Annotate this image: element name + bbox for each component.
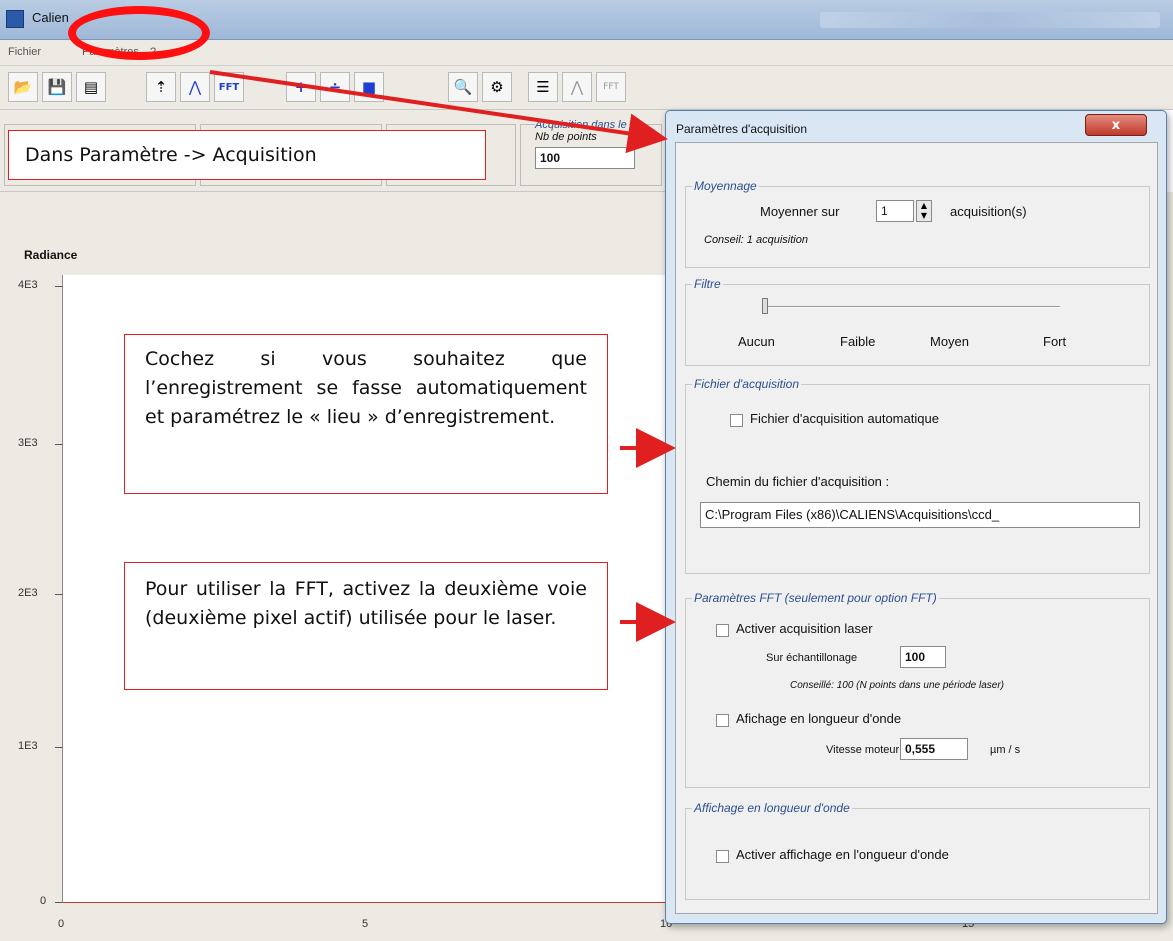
file-annotation-text: Cochez si vous souhaitez que l’enregistr…: [145, 348, 587, 428]
fft-annotation: Pour utiliser la FFT, activez la deuxièm…: [124, 562, 608, 690]
menu-arrow: [209, 70, 668, 154]
fft-annotation-text: Pour utiliser la FFT, activez la deuxièm…: [145, 578, 587, 629]
menu-annotation: Dans Paramètre -> Acquisition: [8, 130, 486, 180]
file-annotation: Cochez si vous souhaitez que l’enregistr…: [124, 334, 608, 494]
menu-annotation-text: Dans Paramètre -> Acquisition: [25, 144, 317, 166]
